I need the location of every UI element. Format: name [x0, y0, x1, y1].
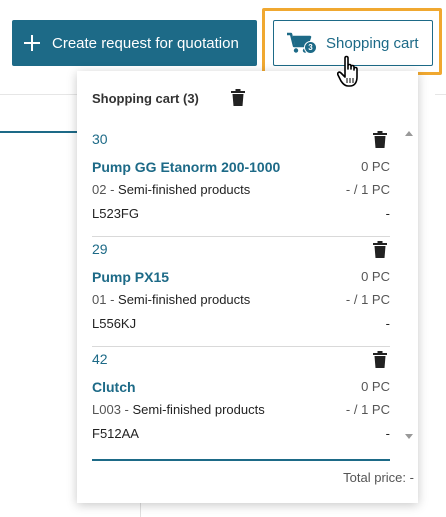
- cart-item-code-value: 02 -: [92, 182, 115, 197]
- cart-item-price: -: [385, 316, 390, 331]
- cart-item-quantity-secondary: - / 1 PC: [345, 182, 390, 197]
- remove-item-trash-icon[interactable]: [373, 131, 387, 153]
- cart-item-quantity: 0 PC: [361, 159, 390, 174]
- cart-item-name-link[interactable]: Clutch: [92, 379, 136, 395]
- total-price-label: Total price:: [343, 470, 407, 485]
- cart-panel-title: Shopping cart (3): [92, 91, 199, 106]
- background-divider-right: [435, 94, 446, 95]
- scroll-down-icon[interactable]: [405, 434, 413, 439]
- cart-total: Total price: -: [343, 470, 414, 485]
- cart-item-code: 02 - Semi-finished products: [92, 182, 250, 197]
- remove-item-trash-icon[interactable]: [373, 241, 387, 263]
- hand-cursor-icon: [336, 55, 363, 89]
- cart-item-code-value: 01 -: [92, 292, 115, 307]
- clear-cart-trash-icon[interactable]: [231, 89, 245, 111]
- create-rfq-label: Create request for quotation: [52, 34, 239, 52]
- shopping-cart-icon: 3: [286, 32, 317, 54]
- cart-item-reference: F512AA: [92, 426, 139, 441]
- shopping-cart-label: Shopping cart: [326, 34, 419, 52]
- create-rfq-button[interactable]: Create request for quotation: [12, 20, 257, 66]
- cart-item-list: 30 Pump GG Etanorm 200-1000 0 PC 02 - Se…: [92, 127, 390, 457]
- cart-item-position: 30: [92, 131, 108, 147]
- cart-item-quantity-secondary: - / 1 PC: [345, 292, 390, 307]
- plus-icon: [24, 35, 40, 51]
- cart-item: 29 Pump PX15 0 PC 01 - Semi-finished pro…: [92, 237, 390, 347]
- cart-item: 30 Pump GG Etanorm 200-1000 0 PC 02 - Se…: [92, 127, 390, 237]
- cart-item-price: -: [385, 206, 390, 221]
- cart-item-code: 01 - Semi-finished products: [92, 292, 250, 307]
- background-tab-indicator: [0, 131, 78, 133]
- total-price-value: -: [409, 470, 414, 485]
- remove-item-trash-icon[interactable]: [373, 351, 387, 373]
- cart-item-price: -: [385, 426, 390, 441]
- cart-item-name-link[interactable]: Pump GG Etanorm 200-1000: [92, 159, 280, 175]
- cart-count-badge: 3: [304, 41, 317, 54]
- cart-item-code: L003 - Semi-finished products: [92, 402, 265, 417]
- cart-item-name-link[interactable]: Pump PX15: [92, 269, 169, 285]
- cart-item-quantity-secondary: - / 1 PC: [345, 402, 390, 417]
- cart-item-category: Semi-finished products: [132, 402, 265, 417]
- cart-item-category: Semi-finished products: [118, 292, 251, 307]
- total-divider: [92, 459, 390, 461]
- cart-item-position: 29: [92, 241, 108, 257]
- cart-item-code-value: L003 -: [92, 402, 129, 417]
- cart-item-category: Semi-finished products: [118, 182, 251, 197]
- cart-item-reference: L556KJ: [92, 316, 137, 331]
- background-divider: [0, 94, 78, 95]
- cart-item-quantity: 0 PC: [361, 379, 390, 394]
- cart-item-quantity: 0 PC: [361, 269, 390, 284]
- cart-item: 42 Clutch 0 PC L003 - Semi-finished prod…: [92, 347, 390, 457]
- cart-item-position: 42: [92, 351, 108, 367]
- shopping-cart-dropdown: Shopping cart (3) 30 Pump GG Etanorm 200…: [77, 71, 418, 503]
- scroll-up-icon[interactable]: [405, 131, 413, 136]
- cart-item-reference: L523FG: [92, 206, 139, 221]
